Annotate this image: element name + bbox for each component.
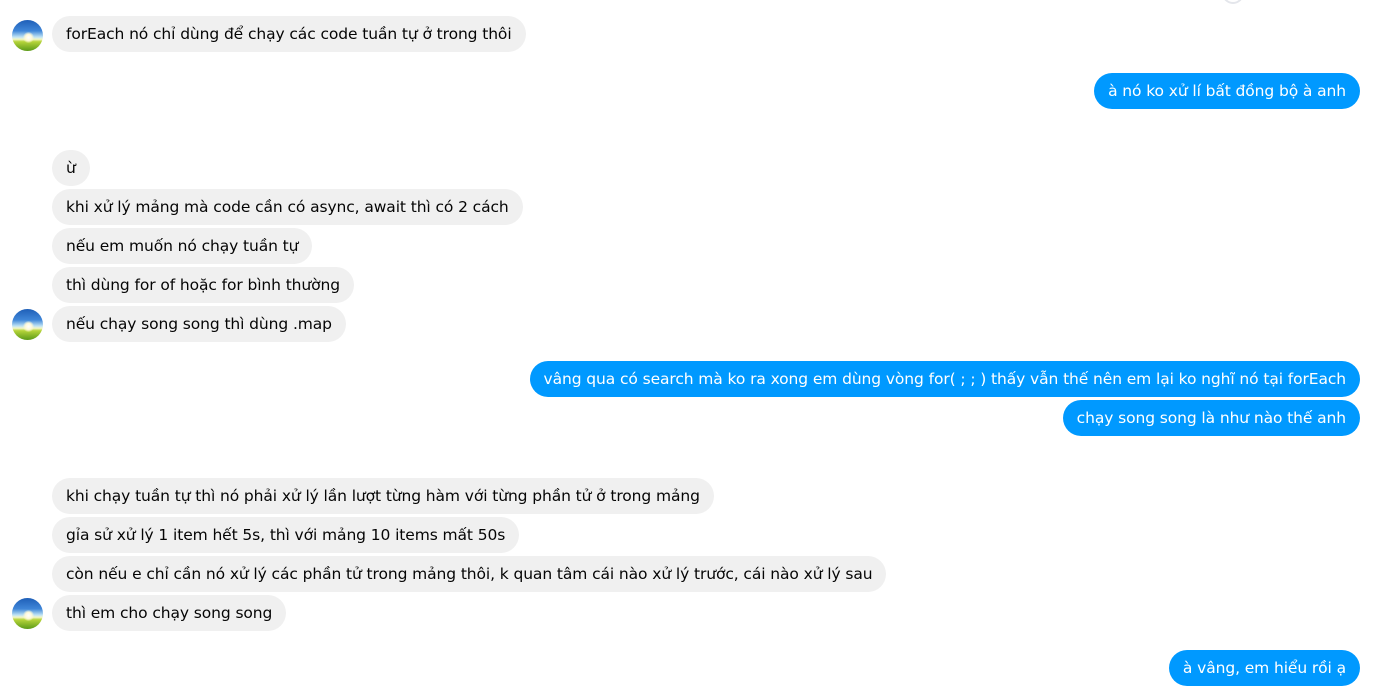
message-incoming[interactable]: nếu chạy song song thì dùng .map [52, 306, 346, 342]
message-outgoing[interactable]: chạy song song là như nào thế anh [1062, 400, 1360, 436]
message-incoming[interactable]: ừ [52, 150, 90, 186]
message-incoming[interactable]: thì dùng for of hoặc for bình thường [52, 267, 354, 303]
message-incoming[interactable]: khi xử lý mảng mà code cần có async, awa… [52, 189, 523, 225]
avatar-sun-shape [23, 32, 34, 43]
seen-indicator-icon [1222, 0, 1244, 4]
message-incoming[interactable]: thì em cho chạy song song [52, 595, 287, 631]
contact-avatar[interactable] [12, 309, 43, 340]
contact-avatar[interactable] [12, 598, 43, 629]
message-outgoing[interactable]: à nó ko xử lí bất đồng bộ à anh [1094, 73, 1360, 109]
message-incoming[interactable]: khi chạy tuần tự thì nó phải xử lý lần l… [52, 478, 714, 514]
contact-avatar[interactable] [12, 20, 43, 51]
avatar-sun-shape [23, 610, 34, 621]
message-outgoing[interactable]: à vâng, em hiểu rồi ạ [1168, 650, 1360, 686]
message-incoming[interactable]: nếu em muốn nó chạy tuần tự [52, 228, 313, 264]
message-incoming[interactable]: còn nếu e chỉ cần nó xử lý các phần tử t… [52, 556, 887, 592]
avatar-sun-shape [23, 321, 34, 332]
message-outgoing[interactable]: vâng qua có search mà ko ra xong em dùng… [529, 361, 1360, 397]
message-incoming[interactable]: forEach nó chỉ dùng để chạy các code tuầ… [52, 16, 526, 52]
message-incoming[interactable]: gỉa sử xử lý 1 item hết 5s, thì với mảng… [52, 517, 520, 553]
